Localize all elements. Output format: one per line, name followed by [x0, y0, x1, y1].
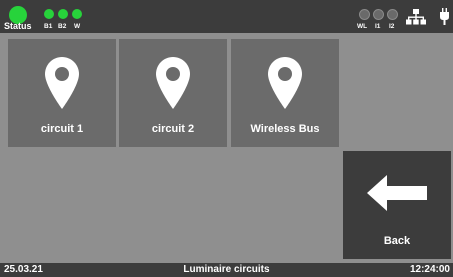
- indicator-w-label: W: [74, 23, 81, 30]
- tile-wireless-bus[interactable]: Wireless Bus: [231, 39, 339, 147]
- time-label: 12:24:00: [409, 264, 450, 275]
- footer-bar: 25.03.21 Luminaire circuits 12:24:00: [0, 263, 453, 277]
- tile-label: circuit 2: [151, 123, 195, 135]
- tile-circuit-1[interactable]: circuit 1: [8, 39, 116, 147]
- status-bar: Status B1 B2 W WL I1 I2: [0, 0, 453, 33]
- status-label: Status: [4, 21, 32, 31]
- indicator-b2-label: B2: [58, 23, 67, 30]
- indicator-i2-label: I2: [389, 23, 395, 30]
- tile-circuit-2[interactable]: circuit 2: [119, 39, 227, 147]
- network-icon: [406, 9, 426, 25]
- indicator-b2: [58, 9, 68, 19]
- tile-label: circuit 1: [40, 123, 84, 135]
- arrow-left-icon: [367, 175, 427, 211]
- indicator-i2: [387, 9, 398, 20]
- location-pin-icon: [268, 57, 302, 109]
- indicator-w: [72, 9, 82, 19]
- back-button[interactable]: Back: [343, 151, 451, 259]
- indicator-b1-label: B1: [44, 23, 53, 30]
- page-title: Luminaire circuits: [183, 264, 270, 275]
- plug-icon: [440, 8, 449, 25]
- indicator-wl-label: WL: [357, 23, 368, 30]
- location-pin-icon: [156, 57, 190, 109]
- indicator-i1-label: I1: [375, 23, 381, 30]
- indicator-i1: [373, 9, 384, 20]
- indicator-b1: [44, 9, 54, 19]
- indicator-wl: [359, 9, 370, 20]
- back-label: Back: [383, 235, 411, 247]
- tile-label: Wireless Bus: [250, 123, 320, 135]
- location-pin-icon: [45, 57, 79, 109]
